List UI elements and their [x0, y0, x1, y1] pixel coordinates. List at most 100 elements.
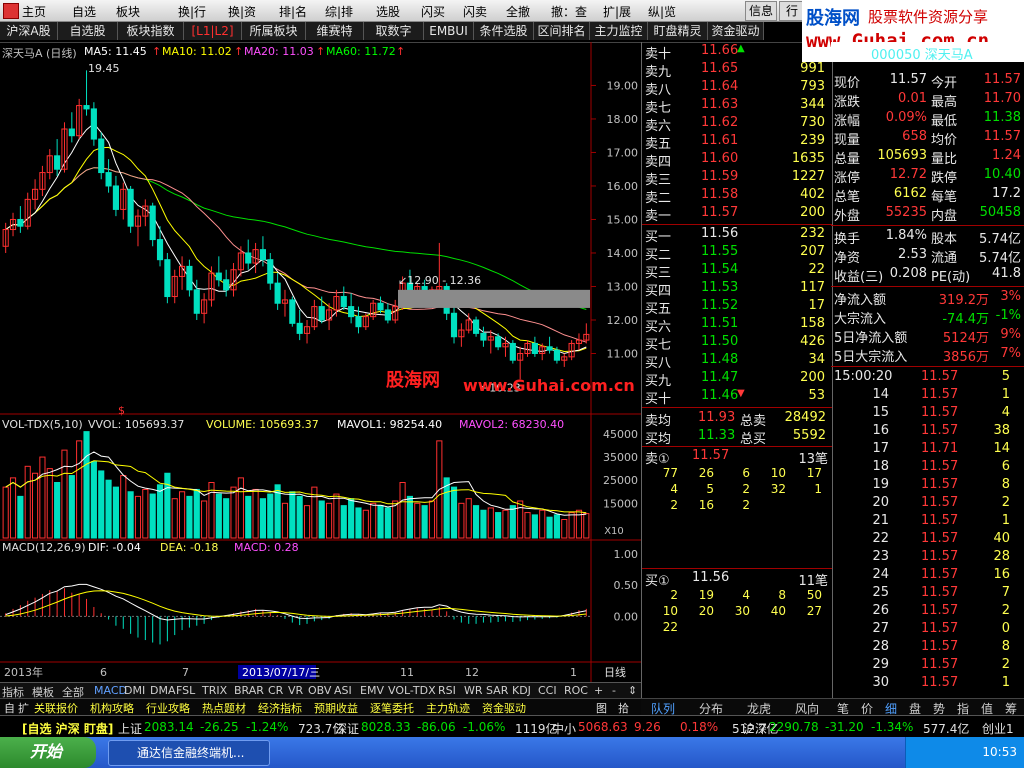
menu-item-13[interactable]: 纵|览 [648, 3, 676, 20]
bottom-tab-6[interactable]: 经济指标 [258, 700, 302, 716]
bid-level: 买三 [645, 266, 672, 281]
bottom-right-tab-1[interactable]: 拾 [618, 700, 629, 716]
candle-body [156, 239, 164, 261]
indicator-tab-sar[interactable]: SAR [486, 684, 508, 697]
volume-bar [267, 493, 274, 539]
ask-volume: 344 [800, 97, 825, 112]
quote-label: 涨幅 [834, 114, 861, 129]
bottom-tab-4[interactable]: 行业攻略 [146, 700, 190, 716]
indicator-tab-cci[interactable]: CCI [538, 684, 557, 697]
queue-price: 11.57 [692, 448, 730, 463]
toolbar-tab-6[interactable]: 取数字 [364, 22, 424, 40]
queue-cell: 40 [770, 604, 786, 618]
tick-price: 11.57 [921, 405, 959, 420]
volume-bar [24, 465, 31, 539]
toolbar-tab-1[interactable]: 自选股 [58, 22, 118, 40]
bottom-tab-7[interactable]: 预期收益 [314, 700, 358, 716]
add-icon[interactable]: + [594, 684, 603, 697]
arrows-icon[interactable]: ⇕ [628, 684, 637, 697]
minus-icon[interactable]: - [612, 684, 616, 697]
queue-cell: 4 [670, 482, 678, 496]
menu-item-10[interactable]: 全撤 [506, 3, 530, 20]
toolbar-tab-4[interactable]: 所属板块 [242, 22, 306, 40]
indicator-tab-asi[interactable]: ASI [334, 684, 352, 697]
indicator-tab-brar[interactable]: BRAR [234, 684, 264, 697]
indicator-tab-emv[interactable]: EMV [360, 684, 384, 697]
menu-item-11[interactable]: 撤：查 [551, 3, 587, 20]
quote-label: 量比 [931, 152, 958, 167]
menu-item-6[interactable]: 综|排 [325, 3, 353, 20]
indicator-tab-roc[interactable]: ROC [564, 684, 588, 697]
tick-time: 30 [872, 675, 889, 690]
toolbar-tab-2[interactable]: 板块指数 [118, 22, 184, 40]
indicator-tab-trix[interactable]: TRIX [202, 684, 227, 697]
clock: 10:53 [982, 745, 1017, 759]
quote-label: 总笔 [834, 190, 861, 205]
toolbar-tab-3[interactable]: [L1|L2] [184, 22, 242, 40]
bottom-tab-3[interactable]: 机构攻略 [90, 700, 134, 716]
menu-item-9[interactable]: 闪卖 [463, 3, 487, 20]
indicator-tab-dmi[interactable]: DMI [124, 684, 145, 697]
candle-body [450, 312, 458, 338]
bottom-tab-8[interactable]: 逐笔委托 [370, 700, 414, 716]
menu-item-7[interactable]: 选股 [376, 3, 400, 20]
date-tick-1: 6 [100, 666, 107, 679]
menu-item-0[interactable]: 主页 [22, 3, 46, 20]
bottom-tab-10[interactable]: 资金驱动 [482, 700, 526, 716]
candle-body [83, 105, 90, 110]
volume-bar [76, 440, 83, 539]
taskbar-item[interactable]: 通达信金融终端机... [108, 740, 270, 766]
start-button[interactable]: 开始 [0, 737, 96, 768]
queue-divider [642, 446, 832, 447]
menu-item-4[interactable]: 换|资 [228, 3, 256, 20]
bottom-right-tab-0[interactable]: 图 [596, 700, 607, 716]
menu-item-5[interactable]: 排|名 [279, 3, 307, 20]
macd-tick-1: 0.50 [614, 579, 639, 592]
ticker-pct: -1.24% [246, 720, 289, 734]
tick-time: 19 [872, 477, 889, 492]
indicator-tab-cr[interactable]: CR [268, 684, 283, 697]
ask-volume: 991 [800, 61, 825, 76]
bottom-tab-2[interactable]: 关联报价 [34, 700, 78, 716]
menu-item-12[interactable]: 扩|展 [603, 3, 631, 20]
toolbar-tab-12[interactable]: 资金驱动 [708, 22, 764, 40]
toolbar-tab-11[interactable]: 盯盘精灵 [648, 22, 708, 40]
volume-bar [517, 500, 524, 539]
indicator-tab-dma[interactable]: DMA [150, 684, 176, 697]
toolbar-tab-0[interactable]: 沪深A股 [0, 22, 58, 40]
menu-item-1[interactable]: 自选 [72, 3, 96, 20]
info-button[interactable]: 信息 [745, 1, 777, 21]
flow-value: 5124万 [942, 331, 989, 346]
toolbar-tab-10[interactable]: 主力监控 [590, 22, 648, 40]
menu-item-3[interactable]: 换|行 [178, 3, 206, 20]
bottom-tab-9[interactable]: 主力轨迹 [426, 700, 470, 716]
indicator-tab-obv[interactable]: OBV [308, 684, 331, 697]
bid-price: 11.56 [701, 226, 739, 241]
toolbar-tab-7[interactable]: EMBUI [424, 22, 474, 40]
toolbar-tab-8[interactable]: 条件选股 [474, 22, 534, 40]
toolbar-tab-9[interactable]: 区间排名 [534, 22, 590, 40]
bottom-tab-1[interactable]: 扩 [18, 700, 29, 716]
price-tick-7: 12.00 [607, 314, 639, 327]
kline-chart[interactable]: 19.00 18.00 17.00 16.00 15.00 14.00 13.00 12.00… [0, 42, 641, 682]
menu-item-8[interactable]: 闪买 [421, 3, 445, 20]
quote-value: 11.70 [983, 91, 1021, 106]
indicator-tab-kdj[interactable]: KDJ [512, 684, 531, 697]
indicator-tab-rsi[interactable]: RSI [438, 684, 456, 697]
ask-row: 卖四 11.60 1635 [645, 151, 829, 170]
indicator-tab-macd[interactable]: MACD [94, 684, 127, 697]
menu-item-2[interactable]: 板块 [116, 3, 140, 20]
indicator-tab-vr[interactable]: VR [288, 684, 303, 697]
indicator-tab-wr[interactable]: WR [464, 684, 483, 697]
indicator-tab-vol-tdx[interactable]: VOL-TDX [388, 684, 436, 697]
bottom-tab-5[interactable]: 热点题材 [202, 700, 246, 716]
indicator-tab-fsl[interactable]: FSL [176, 684, 195, 697]
total-label: 总买 [740, 432, 767, 447]
bottom-tab-0[interactable]: 自 [4, 700, 15, 716]
volume-bar [54, 482, 61, 539]
queue-cell: 2 [742, 482, 750, 496]
toolbar-tab-5[interactable]: 维赛特 [306, 22, 364, 40]
volume-bar [414, 502, 421, 539]
ticker-label[interactable]: [自选 沪深 盯盘] [22, 720, 113, 737]
volume-bar [370, 502, 377, 539]
